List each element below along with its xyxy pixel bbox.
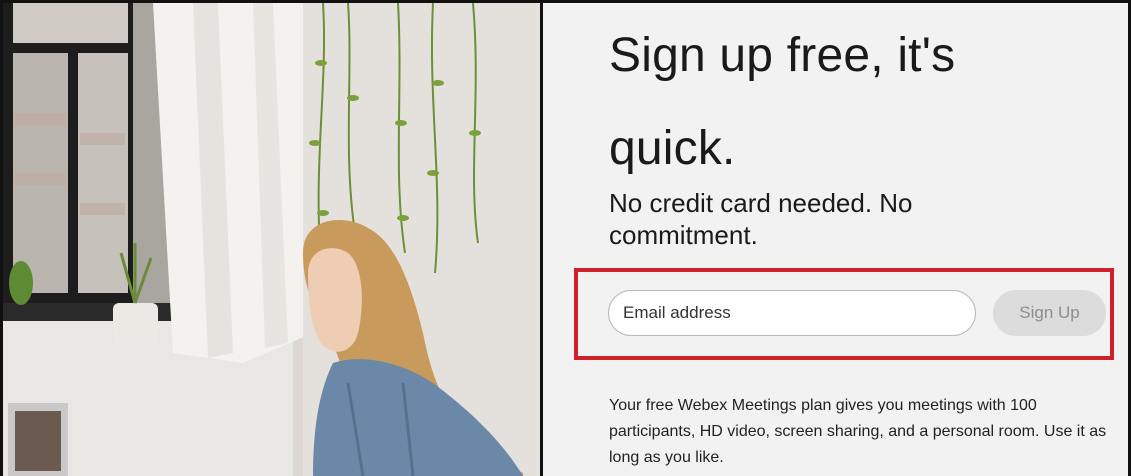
hero-photo (3, 3, 543, 476)
email-input[interactable] (608, 290, 976, 336)
signup-headline: Sign up free, it's quick. (609, 29, 956, 175)
plan-description: Your free Webex Meetings plan gives you … (609, 397, 1107, 466)
sign-up-button[interactable]: Sign Up (993, 290, 1106, 336)
signup-subheadline: No credit card needed. No commitment. (609, 188, 913, 250)
